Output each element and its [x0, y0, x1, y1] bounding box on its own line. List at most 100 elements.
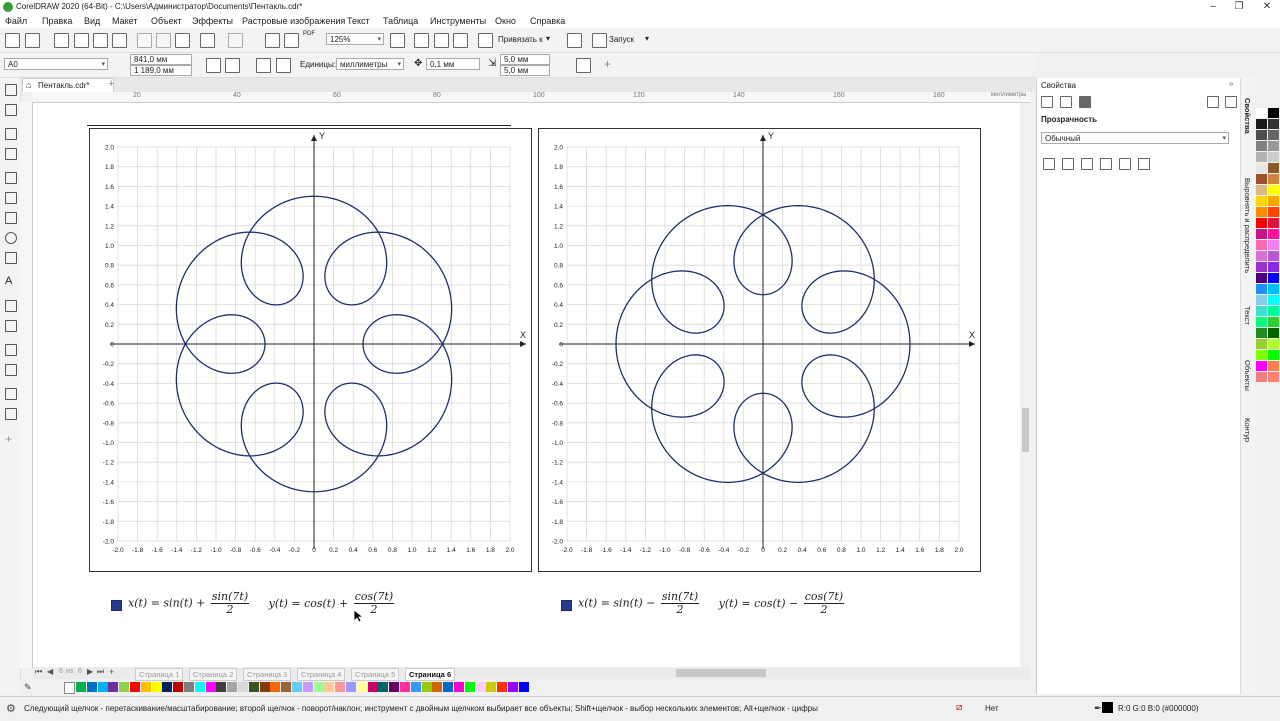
palette-swatch[interactable] [1268, 361, 1279, 371]
export-pdf-label[interactable]: PDF [303, 31, 315, 37]
doc-palette-swatch[interactable] [173, 682, 184, 692]
palette-swatch[interactable] [1256, 251, 1267, 261]
doc-palette-swatch[interactable] [162, 682, 173, 692]
frame-icon[interactable] [1207, 96, 1219, 108]
snap-to-dropdown[interactable]: Привязать к [498, 35, 543, 44]
nudge-distance-field[interactable]: 0,1 мм [426, 58, 480, 70]
doc-palette-swatch[interactable] [76, 682, 86, 692]
copy-icon[interactable] [156, 33, 171, 48]
show-rulers-icon[interactable] [414, 33, 429, 48]
doc-palette-swatch[interactable] [97, 682, 108, 692]
menu-help[interactable]: Справка [530, 16, 565, 26]
chart-right[interactable]: XY -2.0 -1.8 -1.6 -1.4 -1.2 -1.0 -0.8 -0.6 -0.4-… [538, 128, 982, 573]
palette-swatch[interactable] [1256, 273, 1267, 283]
close-button[interactable]: ✕ [1254, 0, 1280, 14]
first-page-icon[interactable]: ⏮ [35, 667, 42, 677]
menu-edit[interactable]: Правка [42, 16, 72, 26]
palette-swatch[interactable] [1268, 339, 1279, 349]
doc-palette-swatch[interactable] [475, 682, 486, 692]
shape-tool-icon[interactable] [5, 104, 17, 116]
doc-palette-swatch[interactable] [464, 682, 475, 692]
texture-transparency-icon[interactable] [1138, 158, 1150, 170]
connector-tool-icon[interactable] [5, 300, 17, 312]
menu-view[interactable]: Вид [84, 16, 100, 26]
document-tab[interactable]: ⌂ Пентакль.cdr* [22, 78, 114, 92]
add-page-icon[interactable]: + [109, 667, 114, 677]
portrait-icon[interactable] [206, 58, 221, 73]
zoom-level-field[interactable]: 125% ▾ [326, 33, 384, 45]
doc-palette-swatch[interactable] [324, 682, 335, 692]
zoom-tool-icon[interactable] [5, 148, 17, 160]
doc-palette-swatch[interactable] [367, 682, 378, 692]
export-icon[interactable] [284, 33, 299, 48]
palette-swatch[interactable] [1268, 196, 1279, 206]
palette-swatch[interactable] [1256, 185, 1267, 195]
fill-tool-icon[interactable] [5, 408, 17, 420]
doc-palette-swatch[interactable] [216, 682, 227, 692]
fill-prop-icon[interactable] [1060, 96, 1072, 108]
merge-mode-select[interactable]: Обычный ▾ [1041, 132, 1229, 144]
upload-icon[interactable] [93, 33, 108, 48]
doc-palette-swatch[interactable] [86, 682, 97, 692]
docker-tab-objects[interactable]: Объекты [1243, 360, 1252, 391]
palette-swatch[interactable] [1268, 262, 1279, 272]
snap-icon[interactable] [478, 33, 493, 48]
uniform-transparency-icon[interactable] [1062, 158, 1074, 170]
palette-swatch[interactable] [1256, 141, 1267, 151]
palette-swatch[interactable] [1268, 119, 1279, 129]
doc-palette-swatch[interactable] [508, 682, 518, 692]
doc-palette-swatch[interactable] [313, 682, 324, 692]
show-guides-icon[interactable] [453, 33, 468, 48]
palette-swatch[interactable] [1268, 141, 1279, 151]
fountain-transparency-icon[interactable] [1081, 158, 1093, 170]
palette-swatch[interactable] [1256, 284, 1267, 294]
menu-text[interactable]: Текст [347, 16, 370, 26]
page-tab-3[interactable]: Страница 3 [243, 668, 292, 681]
doc-palette-swatch[interactable] [410, 682, 421, 692]
palette-swatch[interactable] [1268, 174, 1279, 184]
doc-palette-swatch[interactable] [302, 682, 313, 692]
palette-swatch[interactable] [1268, 284, 1279, 294]
freehand-tool-icon[interactable] [5, 172, 17, 184]
doc-palette-swatch[interactable] [454, 682, 464, 692]
gear-icon[interactable]: ⚙ [6, 702, 16, 715]
landscape-icon[interactable] [225, 58, 240, 73]
page-width-field[interactable]: 841,0 мм [130, 54, 192, 65]
menu-effects[interactable]: Эффекты [192, 16, 233, 26]
duplicate-x-field[interactable]: 5,0 мм [500, 54, 550, 65]
docker-tab-align[interactable]: Выровнять и распределить [1243, 178, 1252, 273]
open-icon[interactable] [25, 33, 40, 48]
page-height-field[interactable]: 1 189,0 мм [130, 65, 192, 76]
doc-palette-swatch[interactable] [486, 682, 497, 692]
undo-icon[interactable] [200, 33, 215, 48]
palette-swatch[interactable] [1268, 130, 1279, 140]
doc-palette-swatch[interactable] [270, 682, 281, 692]
ellipse-tool-icon[interactable] [5, 232, 17, 244]
paste-icon[interactable] [175, 33, 190, 48]
add-icon[interactable]: + [604, 57, 611, 71]
doc-palette-swatch[interactable] [130, 682, 140, 692]
menu-tools[interactable]: Инструменты [430, 16, 486, 26]
page-tab-2[interactable]: Страница 2 [189, 668, 238, 681]
palette-swatch[interactable] [1256, 306, 1267, 316]
doc-palette-swatch[interactable] [238, 682, 248, 692]
blend-tool-icon[interactable] [5, 320, 17, 332]
doc-palette-swatch[interactable] [248, 682, 259, 692]
last-page-icon[interactable]: ⏭ [97, 667, 104, 677]
shadow-tool-icon[interactable] [5, 344, 17, 356]
doc-palette-swatch[interactable] [151, 682, 162, 692]
palette-swatch[interactable] [1256, 317, 1267, 327]
docker-tab-text[interactable]: Текст [1243, 306, 1252, 325]
menu-table[interactable]: Таблица [383, 16, 418, 26]
duplicate-y-field[interactable]: 5,0 мм [500, 65, 550, 76]
palette-swatch[interactable] [1256, 361, 1267, 371]
horizontal-scroll-thumb[interactable] [676, 669, 766, 677]
doc-palette-swatch[interactable] [194, 682, 205, 692]
palette-swatch[interactable] [1256, 229, 1267, 239]
menu-bitmaps[interactable]: Растровые изображения [242, 16, 345, 26]
prev-page-icon[interactable]: ◀ [47, 667, 53, 676]
palette-swatch[interactable] [1256, 152, 1267, 162]
treat-as-filled-icon[interactable] [576, 58, 591, 73]
next-page-icon[interactable]: ▶ [87, 667, 93, 676]
eyedropper-tool-icon[interactable] [5, 388, 17, 400]
